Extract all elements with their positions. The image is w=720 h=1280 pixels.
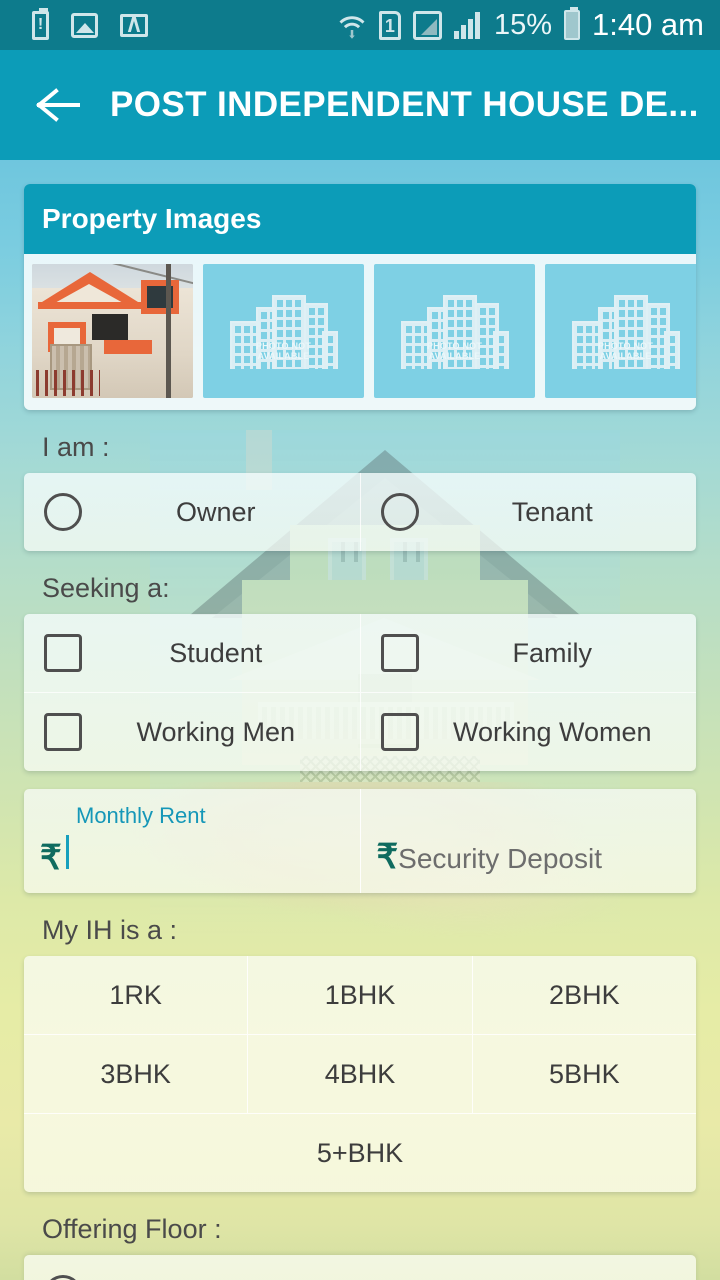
clock-label: 1:40 am — [591, 7, 704, 42]
status-bar-right-icons: 15% 1:40 am — [337, 7, 704, 43]
checkbox-icon[interactable] — [380, 713, 419, 751]
thumb-gate — [36, 370, 100, 396]
radio-icon[interactable] — [44, 493, 82, 531]
signal-bars-icon — [453, 11, 482, 39]
app-screen: 15% 1:40 am POST INDEPENDENT HOUSE DE...… — [0, 0, 720, 1280]
app-bar: POST INDEPENDENT HOUSE DE... — [0, 50, 720, 160]
bhk-card: 1RK 1BHK 2BHK 3BHK 4BHK 5BHK 5+BHK — [24, 956, 696, 1192]
monthly-rent-input-row[interactable]: ₹ — [40, 835, 69, 875]
property-images-header: Property Images — [24, 184, 696, 254]
bhk-option-1rk[interactable]: 1RK — [24, 956, 247, 1034]
bhk-option-3bhk[interactable]: 3BHK — [24, 1035, 247, 1113]
photo-not-available-icon: PHOTO NOT AVAILABLE — [203, 264, 364, 398]
gmail-icon — [120, 13, 148, 37]
checkbox-icon[interactable] — [44, 634, 82, 672]
bhk-option-1bhk[interactable]: 1BHK — [247, 956, 471, 1034]
security-deposit-placeholder: Security Deposit — [398, 843, 603, 874]
property-thumbnail-placeholder[interactable]: PHOTO NOT AVAILABLE — [374, 264, 535, 398]
bhk-row: 5+BHK — [24, 1113, 696, 1192]
seeking-row: Working Men Working Women — [24, 692, 696, 771]
checkbox-label: Student — [169, 637, 263, 668]
property-thumbnail-placeholder[interactable]: PHOTO NOT AVAILABLE — [545, 264, 696, 398]
checkbox-option-family[interactable]: Family — [359, 614, 697, 692]
placeholder-caption: PHOTO NOT AVAILABLE — [426, 341, 483, 361]
checkbox-icon[interactable] — [380, 634, 419, 672]
radio-label: Owner — [175, 496, 256, 527]
bhk-label: My IH is a : — [42, 915, 178, 945]
radio-icon[interactable] — [380, 493, 419, 531]
property-images-strip[interactable]: PHOTO NOT AVAILABLE PHOTO NOT AVAILABLE — [24, 254, 696, 410]
checkbox-icon[interactable] — [44, 713, 82, 751]
checkbox-label: Working Men — [136, 716, 296, 747]
photo-not-available-icon: PHOTO NOT AVAILABLE — [545, 264, 696, 398]
radio-option-tenant[interactable]: Tenant — [359, 473, 697, 551]
property-thumbnail-placeholder[interactable]: PHOTO NOT AVAILABLE — [203, 264, 364, 398]
thumb-right-window — [141, 280, 179, 314]
battery-warning-icon — [32, 7, 49, 40]
security-deposit-input-row[interactable]: ₹ Security Deposit — [377, 840, 603, 875]
radio-option-owner[interactable]: Owner — [24, 473, 360, 551]
monthly-rent-floating-label: Monthly Rent — [76, 803, 206, 828]
text-cursor — [65, 835, 69, 869]
money-card: Monthly Rent ₹ ₹ Security Deposit — [24, 789, 696, 893]
placeholder-caption: PHOTO NOT AVAILABLE — [255, 341, 312, 361]
wifi-icon — [337, 10, 367, 40]
rupee-icon: ₹ — [376, 838, 399, 876]
battery-percent-label: 15% — [493, 8, 552, 41]
i-am-label: I am : — [42, 432, 110, 462]
offering-floor-card: Entire Building — [24, 1255, 696, 1280]
radio-label: Tenant — [511, 496, 593, 527]
bhk-row: 3BHK 4BHK 5BHK — [24, 1034, 696, 1113]
placeholder-caption: PHOTO NOT AVAILABLE — [597, 341, 654, 361]
offering-floor-label: Offering Floor : — [42, 1214, 222, 1244]
photo-not-available-icon: PHOTO NOT AVAILABLE — [374, 264, 535, 398]
thumb-awning — [104, 340, 152, 354]
property-thumbnail[interactable] — [32, 264, 193, 398]
thumb-band — [38, 302, 142, 309]
checkbox-label: Working Women — [452, 716, 652, 747]
monthly-rent-field[interactable]: Monthly Rent ₹ — [24, 789, 360, 893]
radio-option-entire-building[interactable]: Entire Building — [24, 1255, 696, 1280]
security-deposit-field[interactable]: ₹ Security Deposit — [359, 789, 697, 893]
property-images-title: Property Images — [42, 203, 262, 234]
bhk-row: 1RK 1BHK 2BHK — [24, 956, 696, 1034]
checkbox-label: Family — [512, 637, 593, 668]
property-images-card: Property Images PHOTO NOT AVAILABLE PHOT… — [24, 184, 696, 410]
i-am-row: Owner Tenant — [24, 473, 696, 551]
photo-icon — [71, 12, 98, 38]
bhk-option-2bhk[interactable]: 2BHK — [471, 956, 696, 1034]
thumb-balcony-opening — [92, 314, 128, 340]
sim1-icon — [378, 10, 401, 40]
page-title: POST INDEPENDENT HOUSE DE... — [110, 85, 699, 124]
bhk-option-5plusbhk[interactable]: 5+BHK — [24, 1114, 696, 1192]
i-am-card: Owner Tenant — [24, 473, 696, 551]
bhk-option-5bhk[interactable]: 5BHK — [471, 1035, 696, 1113]
checkbox-option-working-women[interactable]: Working Women — [359, 693, 697, 771]
seeking-row: Student Family — [24, 614, 696, 692]
back-arrow-icon[interactable] — [30, 77, 86, 133]
seeking-card: Student Family Working Men Working Women — [24, 614, 696, 771]
radio-icon[interactable] — [44, 1275, 82, 1280]
battery-icon — [563, 7, 580, 40]
checkbox-option-student[interactable]: Student — [24, 614, 360, 692]
thumb-pole — [166, 264, 171, 398]
form-content: Property Images PHOTO NOT AVAILABLE PHOT… — [0, 160, 720, 1280]
checkbox-option-working-men[interactable]: Working Men — [24, 693, 360, 771]
thumb-roof-inner — [53, 284, 125, 304]
bhk-option-4bhk[interactable]: 4BHK — [247, 1035, 471, 1113]
rupee-icon: ₹ — [40, 839, 62, 877]
status-bar: 15% 1:40 am — [0, 0, 720, 50]
signal-box-icon — [412, 10, 442, 40]
seeking-label: Seeking a: — [42, 573, 170, 603]
status-bar-left-icons — [32, 7, 148, 40]
